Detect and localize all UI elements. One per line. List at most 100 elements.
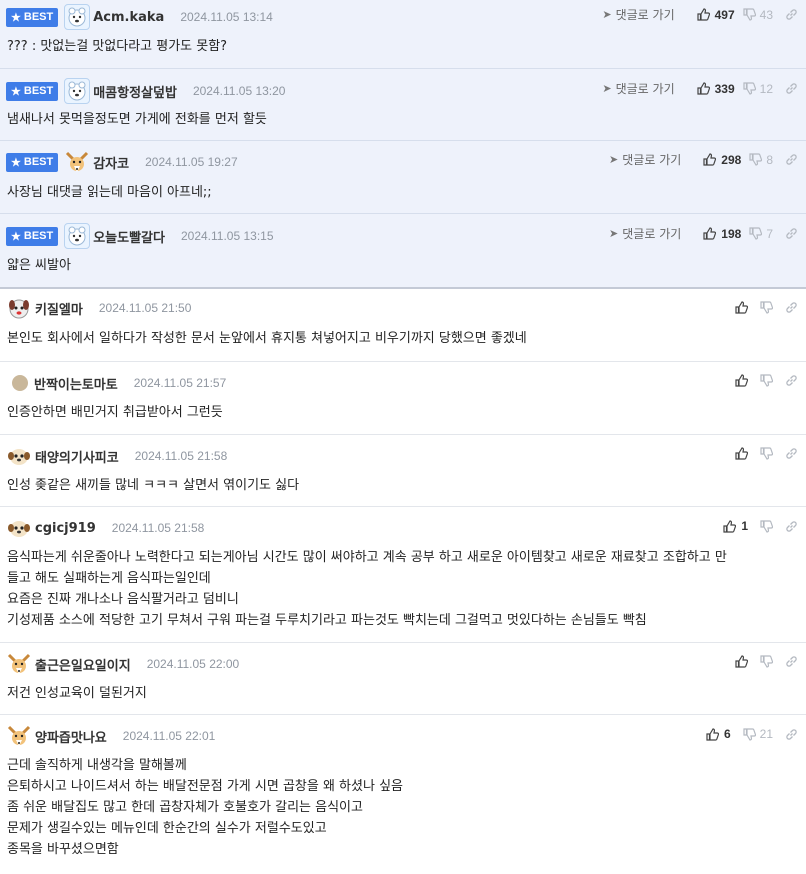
nickname[interactable]: 키질엘마 [35,299,83,318]
best-badge: ★ BEST [6,7,59,27]
upvote-count: 198 [721,226,742,241]
downvote-button[interactable] [760,447,773,460]
goto-comment-link[interactable]: ➤ 댓글로 가기 [602,6,674,23]
link-button[interactable] [785,301,798,314]
comment-date: 2024.11.05 13:15 [180,229,274,243]
comment-actions [727,301,798,314]
upvote-button[interactable] [735,447,748,460]
link-button[interactable] [785,153,798,166]
comment-header: 키질엘마 2024.11.05 21:50 [6,295,191,321]
best-badge: ★ BEST [6,226,59,246]
link-icon [786,228,797,239]
best-comment: ★ BEST Acm.kaka 2024.11.05 13:14 ➤ 댓글로 가기 … [0,0,806,69]
comment-date: 2024.11.05 19:27 [145,155,238,169]
comment-date: 2024.11.05 21:58 [134,449,228,463]
link-icon [786,83,797,94]
comment-text: 인성 좆같은 새끼들 많네 ㅋㅋㅋ 살면서 엮이기도 싫다 [7,478,300,493]
avatar[interactable] [6,651,32,677]
link-button[interactable] [785,82,798,95]
upvote-button[interactable]: 298 [703,153,741,167]
nickname[interactable]: Acm.kaka [93,10,164,25]
comment-header: 출근은일요일이지 2024.11.05 22:00 [6,653,239,675]
star-icon: ★ [11,156,21,169]
link-button[interactable] [785,655,798,668]
thumbs-up-icon [735,374,748,387]
goto-comment-link[interactable]: ➤ 댓글로 가기 [602,80,674,97]
link-button[interactable] [785,8,798,21]
comment-list: ★ BEST Acm.kaka 2024.11.05 13:14 ➤ 댓글로 가기 … [0,0,806,873]
downvote-button[interactable]: 43 [743,8,773,22]
link-icon [786,302,797,313]
link-button[interactable] [785,520,798,533]
comment-actions: ➤ 댓글로 가기 298 8 [609,151,798,168]
downvote-button[interactable] [760,655,773,668]
upvote-button[interactable] [735,655,748,668]
upvote-button[interactable]: 198 [703,227,741,241]
upvote-button[interactable] [735,374,748,387]
nickname[interactable]: 반짝이는토마토 [34,374,118,393]
link-button[interactable] [785,447,798,460]
nickname[interactable]: 감자코 [93,153,129,172]
downvote-button[interactable] [760,374,773,387]
comment-actions: ➤ 댓글로 가기 497 43 [602,6,798,23]
send-arrow-icon: ➤ [602,82,612,95]
avatar[interactable] [64,223,91,249]
goto-comment-link[interactable]: ➤ 댓글로 가기 [609,151,681,168]
thumbs-down-icon [743,8,756,21]
upvote-button[interactable]: 1 [723,519,748,533]
nickname[interactable]: 태양의기사피코 [35,447,119,466]
link-button[interactable] [785,728,798,741]
thumbs-up-icon [703,227,717,240]
comment-text: 음식파는게 쉬운줄아나 노력한다고 되는게아님 시간도 많이 써야하고 계속 공… [7,550,727,628]
best-badge: ★ BEST [6,81,59,101]
comment-header: ★ BEST 감자코 2024.11.05 19:27 [6,151,238,173]
upvote-button[interactable]: 6 [706,727,731,741]
upvote-button[interactable] [735,301,748,314]
avatar[interactable] [64,149,90,175]
link-icon [786,448,797,459]
star-icon: ★ [11,230,21,243]
downvote-button[interactable]: 8 [749,153,773,167]
comment-header: cgicj919 2024.11.05 21:58 [6,515,205,541]
comment-date: 2024.11.05 22:01 [122,729,216,743]
nickname[interactable]: cgicj919 [35,521,96,536]
nickname[interactable]: 매콤항정살덮밥 [93,82,177,101]
avatar[interactable] [12,375,28,391]
nickname[interactable]: 양파즙맛나요 [35,727,107,746]
downvote-button[interactable] [760,301,773,314]
link-icon [786,520,797,532]
upvote-button[interactable]: 497 [697,8,735,22]
avatar[interactable] [64,78,91,104]
thumbs-down-icon [760,447,773,460]
nickname[interactable]: 출근은일요일이지 [35,655,131,674]
nickname[interactable]: 오늘도빨갈다 [93,227,165,246]
avatar[interactable] [6,295,32,321]
avatar[interactable] [6,443,32,469]
downvote-button[interactable]: 12 [743,82,773,96]
thumbs-up-icon [703,153,717,166]
send-arrow-icon: ➤ [609,227,619,240]
downvote-count: 43 [759,7,773,22]
comment-actions: ➤ 댓글로 가기 339 12 [602,80,798,97]
comment: 태양의기사피코 2024.11.05 21:58 인성 좆같은 새끼들 많네 ㅋ… [0,435,806,507]
best-comment: ★ BEST 매콤항정살덮밥 2024.11.05 13:20 ➤ 댓글로 가기 3… [0,69,806,141]
avatar[interactable] [6,723,32,749]
downvote-count: 21 [759,727,773,741]
avatar[interactable] [64,4,91,30]
thumbs-up-icon [723,519,737,533]
link-button[interactable] [785,374,798,387]
send-arrow-icon: ➤ [602,8,612,21]
thumbs-down-icon [760,374,773,387]
comment-actions: ➤ 댓글로 가기 198 7 [609,225,798,242]
upvote-button[interactable]: 339 [697,82,735,96]
downvote-button[interactable] [760,519,773,533]
downvote-button[interactable]: 7 [749,227,773,241]
comment-date: 2024.11.05 21:58 [111,521,205,535]
link-icon [786,656,797,667]
comment-header: 태양의기사피코 2024.11.05 21:58 [6,443,228,469]
link-button[interactable] [785,227,798,240]
goto-comment-link[interactable]: ➤ 댓글로 가기 [609,225,681,242]
star-icon: ★ [11,11,21,24]
avatar[interactable] [6,515,32,541]
downvote-button[interactable]: 21 [743,727,773,741]
